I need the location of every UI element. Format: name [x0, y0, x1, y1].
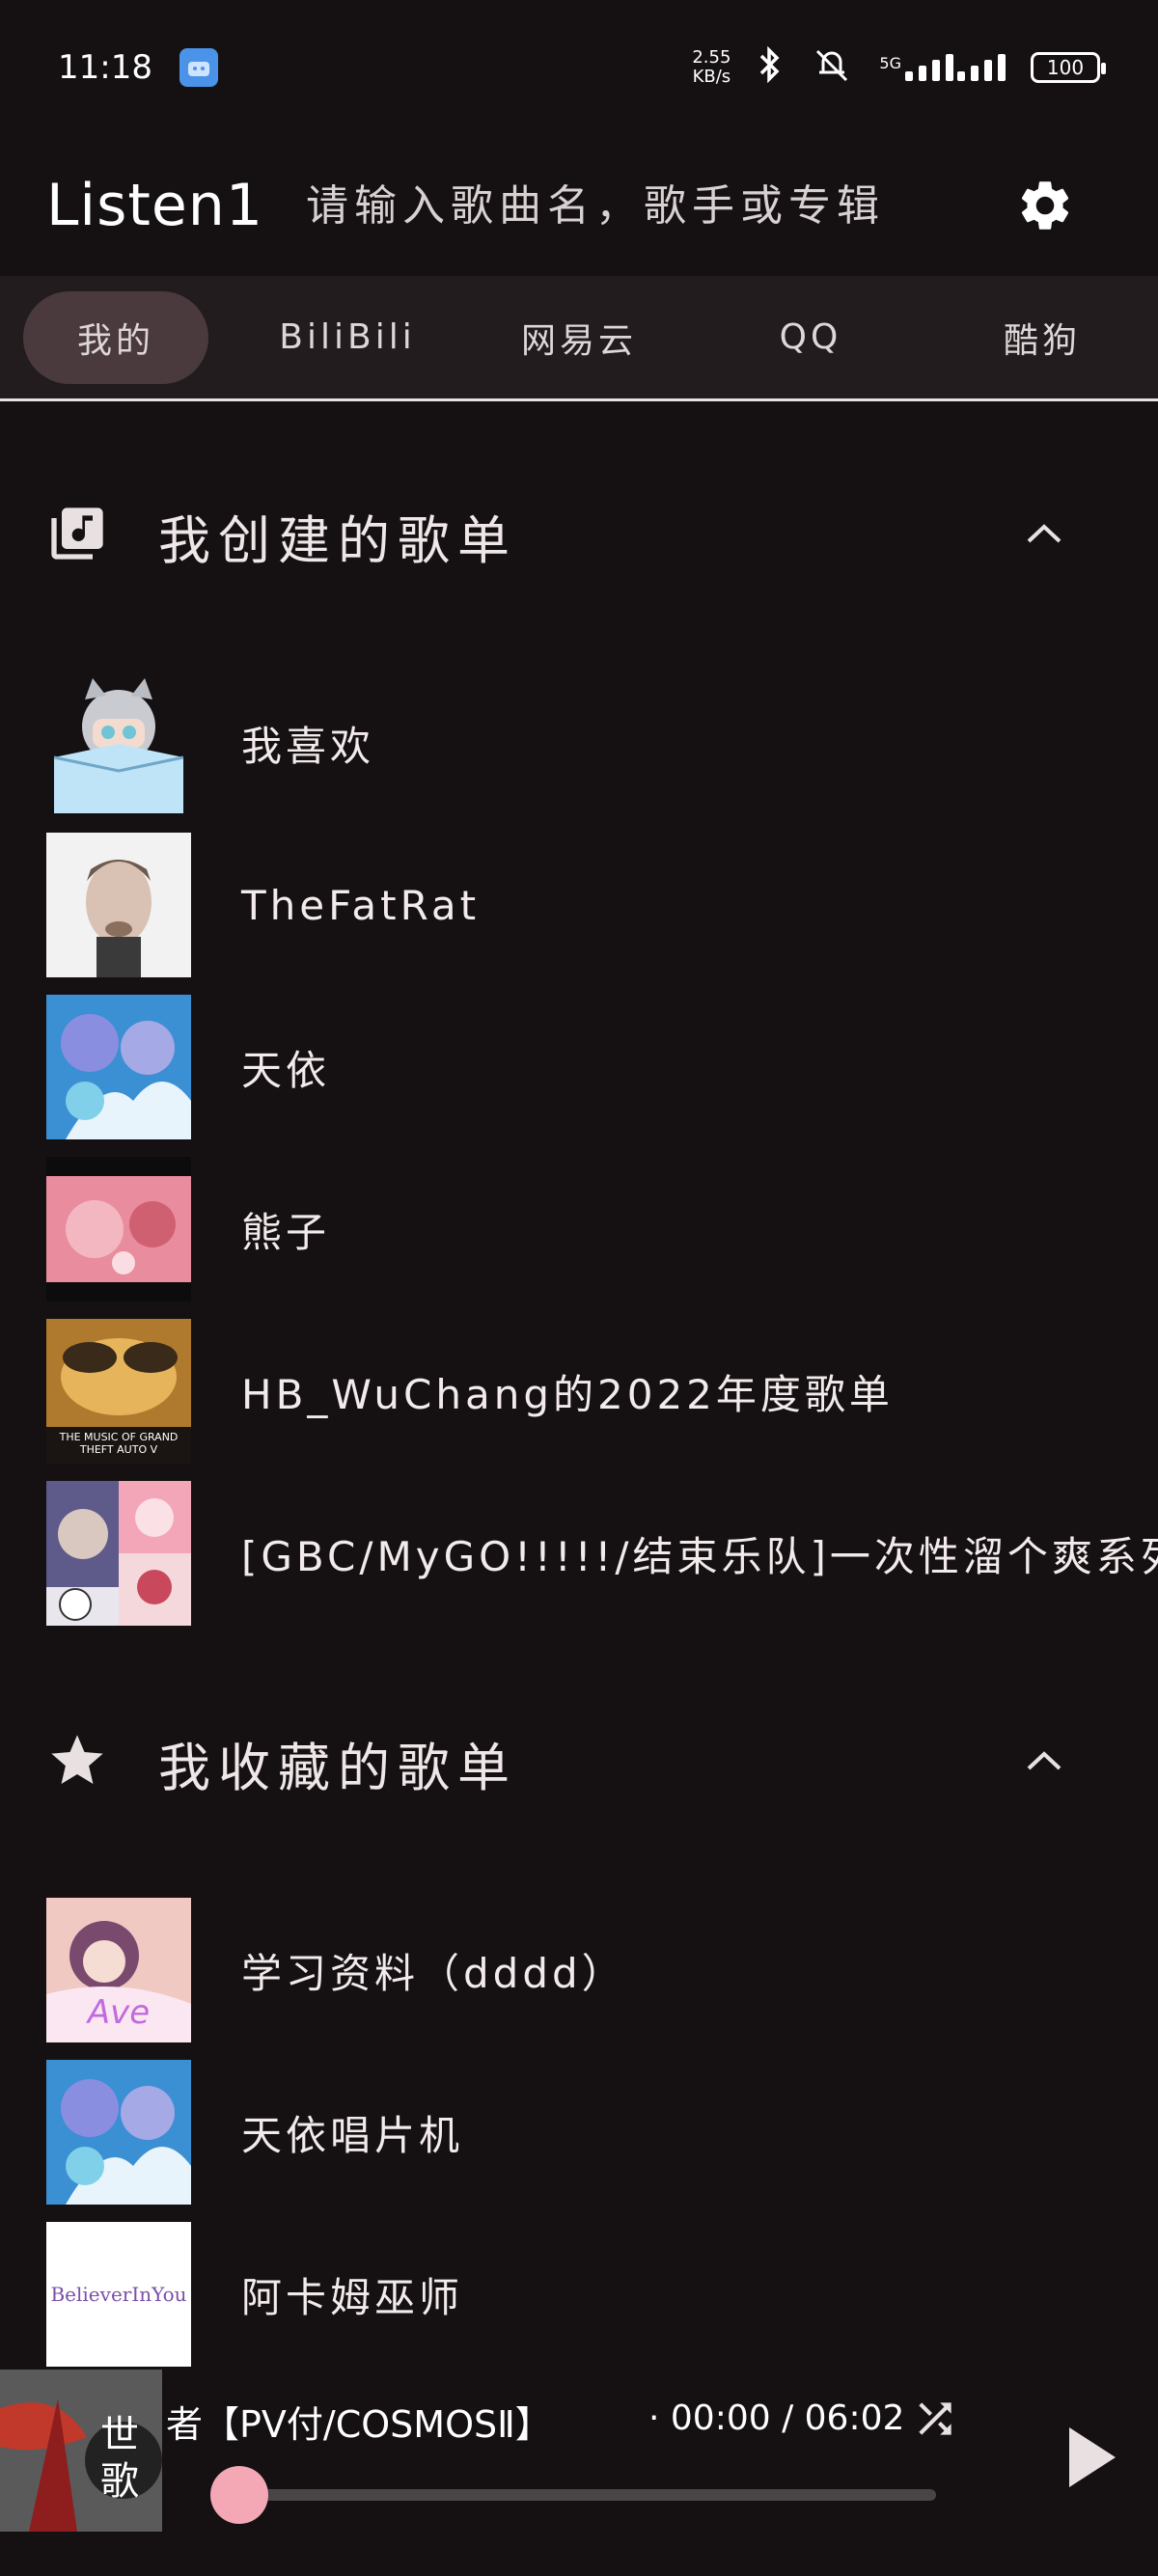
status-right: 2.55 KB/s 5G 100	[692, 45, 1106, 90]
favorite-playlist-list: Ave 学习资料（dddd） 天依唱片机 BelieverInYou 阿卡姆巫师	[0, 1889, 1158, 2375]
chevron-up-icon[interactable]	[1025, 522, 1063, 549]
mini-player: 世歌 者【PV付/COSMOSⅡ】 · 00:00 / 06:02	[0, 2370, 1158, 2576]
playlist-cover	[46, 833, 191, 977]
playlist-name: 天依	[241, 1046, 331, 1094]
bluetooth-icon	[756, 45, 785, 89]
tab-qq[interactable]: QQ	[695, 291, 926, 384]
tab-netease[interactable]: 网易云	[463, 291, 695, 384]
tab-bilibili[interactable]: BiliBili	[232, 291, 463, 384]
search-input[interactable]	[304, 179, 1011, 232]
list-item[interactable]: 天依唱片机	[0, 2051, 1158, 2213]
playlist-name: HB_WuChang的2022年度歌单	[241, 1370, 894, 1418]
cover-caption: THE MUSIC OF GRAND THEFT AUTO V	[59, 1431, 179, 1456]
playlist-icon	[46, 503, 108, 568]
playlist-cover: BelieverInYou	[46, 2222, 191, 2367]
song-time: · 00:00 / 06:02	[648, 2398, 905, 2438]
playlist-name: 天依唱片机	[241, 2111, 464, 2159]
playlist-name: TheFatRat	[241, 881, 481, 929]
playlist-cover	[46, 2060, 191, 2205]
created-playlists-header[interactable]: 我创建的歌单	[0, 482, 1158, 589]
playlist-name: [GBC/MyGO!!!!!/结束乐队]一次性溜个爽系列	[241, 1532, 1158, 1580]
playlist-cover	[46, 995, 191, 1139]
mute-bell-icon	[810, 45, 854, 90]
favorite-playlists-header[interactable]: 我收藏的歌单	[0, 1710, 1158, 1816]
cover-caption: BelieverInYou	[50, 2283, 187, 2306]
settings-button[interactable]	[1011, 172, 1079, 239]
play-button[interactable]	[1065, 2424, 1119, 2491]
tab-mine[interactable]: 我的	[23, 290, 208, 384]
list-item[interactable]: [GBC/MyGO!!!!!/结束乐队]一次性溜个爽系列	[0, 1472, 1158, 1634]
gear-icon	[1021, 181, 1069, 230]
playlist-name: 阿卡姆巫师	[241, 2273, 464, 2321]
cover-caption: 世歌	[100, 2413, 139, 2504]
list-item[interactable]: TheFatRat	[0, 824, 1158, 986]
playlist-name: 熊子	[241, 1208, 331, 1256]
play-icon	[1069, 2427, 1116, 2487]
app-header: Listen1	[0, 135, 1158, 276]
list-item[interactable]: Ave 学习资料（dddd）	[0, 1889, 1158, 2051]
section-title: 我创建的歌单	[158, 509, 517, 571]
shuffle-button[interactable]	[911, 2395, 959, 2443]
playlist-cover	[46, 1157, 191, 1302]
playlist-name: 我喜欢	[241, 722, 375, 770]
shuffle-icon	[919, 2402, 951, 2435]
status-left: 11:18	[58, 48, 218, 87]
signal-icon: 5G	[879, 54, 1006, 81]
list-item[interactable]: 我喜欢	[0, 662, 1158, 824]
created-playlist-list: 我喜欢 TheFatRat 天依 熊子 THE MUSIC OF GRAND T…	[0, 662, 1158, 1634]
app-title: Listen1	[46, 172, 263, 239]
progress-slider[interactable]	[241, 2489, 936, 2501]
song-title: 者【PV付/COSMOSⅡ】	[166, 2403, 552, 2446]
playlist-cover: THE MUSIC OF GRAND THEFT AUTO V	[46, 1319, 191, 1464]
net-speed: 2.55 KB/s	[692, 47, 731, 87]
playlist-cover	[46, 671, 191, 815]
svg-text:Ave: Ave	[86, 1993, 150, 2032]
list-item[interactable]: THE MUSIC OF GRAND THEFT AUTO V HB_WuCha…	[0, 1310, 1158, 1472]
status-bar: 11:18 2.55 KB/s 5G 100	[0, 0, 1158, 135]
source-tabs: 我的 BiliBili 网易云 QQ 酷狗	[0, 276, 1158, 401]
clock: 11:18	[58, 48, 152, 87]
playlist-cover: Ave	[46, 1898, 191, 2042]
app-notification-icon	[179, 48, 218, 87]
star-icon	[46, 1730, 108, 1795]
tab-kugou[interactable]: 酷狗	[926, 291, 1158, 384]
now-playing-cover[interactable]: 世歌	[0, 2370, 162, 2532]
playlist-name: 学习资料（dddd）	[241, 1949, 626, 1997]
list-item[interactable]: 熊子	[0, 1148, 1158, 1310]
section-title: 我收藏的歌单	[158, 1737, 517, 1798]
list-item[interactable]: BelieverInYou 阿卡姆巫师	[0, 2213, 1158, 2375]
chevron-up-icon[interactable]	[1025, 1749, 1063, 1776]
list-item[interactable]: 天依	[0, 986, 1158, 1148]
playlist-cover	[46, 1481, 191, 1626]
progress-knob[interactable]	[210, 2466, 268, 2524]
battery-icon: 100	[1031, 52, 1106, 83]
